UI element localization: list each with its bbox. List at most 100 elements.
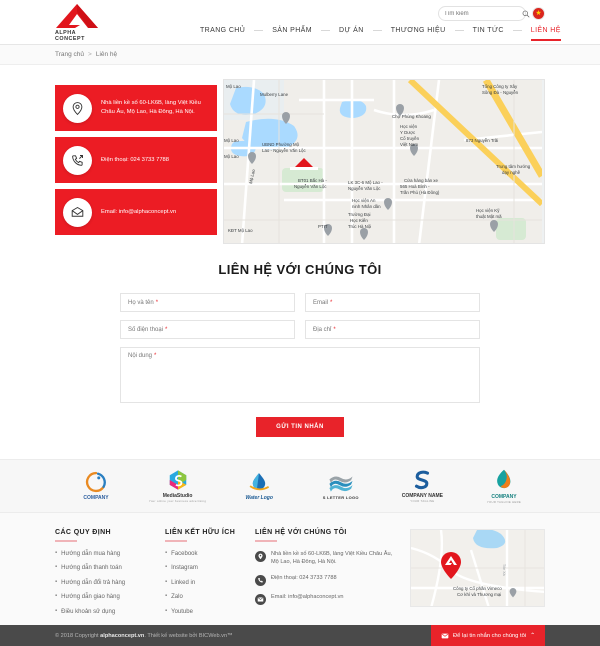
partner-s-letter[interactable]: S LETTER LOGO <box>305 473 377 500</box>
svg-text:Lao - Nguyễn Văn Lộc: Lao - Nguyễn Văn Lộc <box>262 148 306 153</box>
footer-heading-underline <box>255 540 277 542</box>
partner-company-leaf[interactable]: COMPANY YOUR TAGLINE HERE <box>468 468 540 504</box>
field-label-email: Email <box>313 299 329 306</box>
form-actions: GỬI TIN NHẮN <box>120 417 480 437</box>
field-noi-dung[interactable]: Nội dung * <box>120 347 480 403</box>
location-pin-icon <box>63 93 92 123</box>
envelope-icon <box>63 197 92 227</box>
footer-contact-email: Email: info@alphaconcept.vn <box>255 593 400 605</box>
company-name-s-logo <box>415 470 430 490</box>
company-leaf-logo <box>497 469 511 489</box>
footer-link[interactable]: Facebook <box>171 550 197 558</box>
svg-text:Trần Phú (Hà Đông): Trần Phú (Hà Đông) <box>400 190 440 195</box>
submit-button[interactable]: GỬI TIN NHẮN <box>256 417 344 437</box>
search-box[interactable] <box>438 6 530 21</box>
main-map[interactable]: Mộ Lao Mulberry Lane UBND Phường Mộ Lao … <box>223 79 545 244</box>
form-row-3: Nội dung * <box>120 347 480 403</box>
list-item[interactable]: ▪ Zalo <box>165 593 255 601</box>
footer-address-text: Nhà liền kề số 60-LK6B, làng Việt Kiều C… <box>271 551 393 566</box>
svg-text:LK 3C-6 Mộ Lao -: LK 3C-6 Mộ Lao - <box>348 180 383 185</box>
copyright-site[interactable]: alphaconcept.vn <box>100 633 144 639</box>
field-dia-chi[interactable]: Địa chỉ * <box>305 320 480 339</box>
partner-company-name[interactable]: COMPANY NAME YOUR TAGLINE <box>386 469 458 503</box>
partner-water-logo[interactable]: Water Logo <box>223 471 295 501</box>
svg-text:565 Hoà Bình -: 565 Hoà Bình - <box>400 184 430 189</box>
required-mark: * <box>330 299 333 306</box>
footer-map[interactable]: Tôn Xá Công ty Cổ phần Vimeco Cơ khí và … <box>410 529 545 607</box>
alpha-logo-icon <box>56 4 98 28</box>
logo-text: ALPHA CONCEPT <box>55 30 85 42</box>
list-item[interactable]: ▪ Facebook <box>165 550 255 558</box>
svg-text:ninh Nhân dân: ninh Nhân dân <box>352 204 381 209</box>
list-item[interactable]: ▪ Điều khoản sử dụng <box>55 608 165 616</box>
copyright-prefix: © 2018 Copyright <box>55 632 101 639</box>
map-road-label: Tôn Xá <box>502 564 506 576</box>
partner-name: S LETTER LOGO <box>322 494 359 500</box>
svg-text:BT01 Bắc Hà -: BT01 Bắc Hà - <box>298 178 327 183</box>
partner-logo-strip: COMPANY MediaStudio Your online your bus… <box>0 459 600 513</box>
contact-card-address-text: Nhà liền kề số 60-LK6B, làng Việt Kiều C… <box>101 100 201 115</box>
chat-widget-label: Để lại tin nhắn cho chúng tôi <box>452 632 527 639</box>
nav-item-lien-he[interactable]: LIÊN HỆ <box>522 27 570 41</box>
chat-widget-button[interactable]: Để lại tin nhắn cho chúng tôi ⌃ <box>430 625 545 646</box>
list-item[interactable]: ▪ Hướng dẫn mua hàng <box>55 550 165 558</box>
copyright-text: © 2018 Copyright alphaconcept.vn. Thiết … <box>55 633 233 639</box>
svg-text:Trung tâm hướng: Trung tâm hướng <box>496 164 531 169</box>
svg-text:873 Nguyễn Trãi: 873 Nguyễn Trãi <box>466 138 498 143</box>
form-title: LIÊN HỆ VỚI CHÚNG TÔI <box>218 262 382 277</box>
footer-link[interactable]: Hướng dẫn thanh toán <box>61 564 122 572</box>
list-item[interactable]: ▪ Linked in <box>165 579 255 587</box>
form-row-2: Số điện thoại * Địa chỉ * <box>120 320 480 339</box>
breadcrumb-separator: > <box>88 51 92 58</box>
partner-company-g[interactable]: COMPANY <box>60 471 132 501</box>
footer-link[interactable]: Instagram <box>171 564 198 572</box>
list-item[interactable]: ▪ Instagram <box>165 564 255 572</box>
svg-text:Nguyễn Văn Lộc: Nguyễn Văn Lộc <box>348 186 381 191</box>
footer-link[interactable]: Điều khoản sử dụng <box>61 608 115 616</box>
nav-item-du-an[interactable]: DỰ ÁN <box>330 27 373 41</box>
list-item[interactable]: ▪ Hướng dẫn đổi trả hàng <box>55 579 165 587</box>
chevron-up-icon[interactable]: ⌃ <box>530 633 535 639</box>
footer-link[interactable]: Hướng dẫn mua hàng <box>61 550 120 558</box>
partner-name: COMPANY <box>83 495 109 501</box>
svg-text:Chợ Phùng Khoang: Chợ Phùng Khoang <box>392 114 431 119</box>
field-email[interactable]: Email * <box>305 293 480 312</box>
bullet-icon: ▪ <box>165 607 168 614</box>
required-mark: * <box>155 299 159 306</box>
vietnam-flag-icon[interactable]: ★ <box>532 7 545 20</box>
partner-mediastudio[interactable]: MediaStudio Your online your business ad… <box>142 469 214 503</box>
phone-icon <box>255 574 266 586</box>
svg-text:dạy nghề: dạy nghề <box>502 170 521 175</box>
svg-text:Tổng Công ty Xây: Tổng Công ty Xây <box>482 84 518 89</box>
footer-link[interactable]: Hướng dẫn đổi trả hàng <box>61 579 125 587</box>
list-item[interactable]: ▪ Hướng dẫn giao hàng <box>55 593 165 601</box>
nav-item-san-pham[interactable]: SẢN PHẨM <box>263 27 321 41</box>
footer-link[interactable]: Hướng dẫn giao hàng <box>61 593 120 601</box>
nav-divider <box>372 30 382 31</box>
field-label-noi-dung: Nội dung <box>128 353 153 359</box>
footer-link[interactable]: Linked in <box>171 579 195 587</box>
bullet-icon: ▪ <box>55 564 58 571</box>
svg-text:Học viện An: Học viện An <box>352 198 376 203</box>
search-input[interactable] <box>444 10 522 17</box>
contact-map-section: Mộ Lao Mulberry Lane UBND Phường Mộ Lao … <box>0 65 600 244</box>
partner-name: Water Logo <box>245 495 273 501</box>
field-so-dien-thoai[interactable]: Số điện thoại * <box>120 320 295 339</box>
footer-heading: LIÊN KẾT HỮU ÍCH <box>165 529 236 536</box>
breadcrumb-home[interactable]: Trang chủ <box>55 51 84 58</box>
nav-divider <box>454 30 464 31</box>
field-ho-va-ten[interactable]: Họ và tên * <box>120 293 295 312</box>
site-logo[interactable]: ALPHA CONCEPT <box>55 3 99 44</box>
nav-item-tin-tuc[interactable]: TIN TỨC <box>464 27 513 41</box>
svg-text:Học Kiến: Học Kiến <box>350 218 368 223</box>
list-item[interactable]: ▪ Hướng dẫn thanh toán <box>55 564 165 572</box>
nav-item-trang-chu[interactable]: TRANG CHỦ <box>191 27 254 41</box>
search-icon[interactable] <box>522 10 530 18</box>
footer-link[interactable]: Youtube <box>171 608 193 616</box>
footer-col-map: Tôn Xá Công ty Cổ phần Vimeco Cơ khí và … <box>400 529 545 622</box>
list-item[interactable]: ▪ Youtube <box>165 608 255 616</box>
nav-item-thuong-hieu[interactable]: THƯƠNG HIỆU <box>382 27 455 41</box>
footer-link[interactable]: Zalo <box>171 593 183 601</box>
message-envelope-icon <box>441 633 449 638</box>
breadcrumb-current: Liên hệ <box>95 51 118 58</box>
